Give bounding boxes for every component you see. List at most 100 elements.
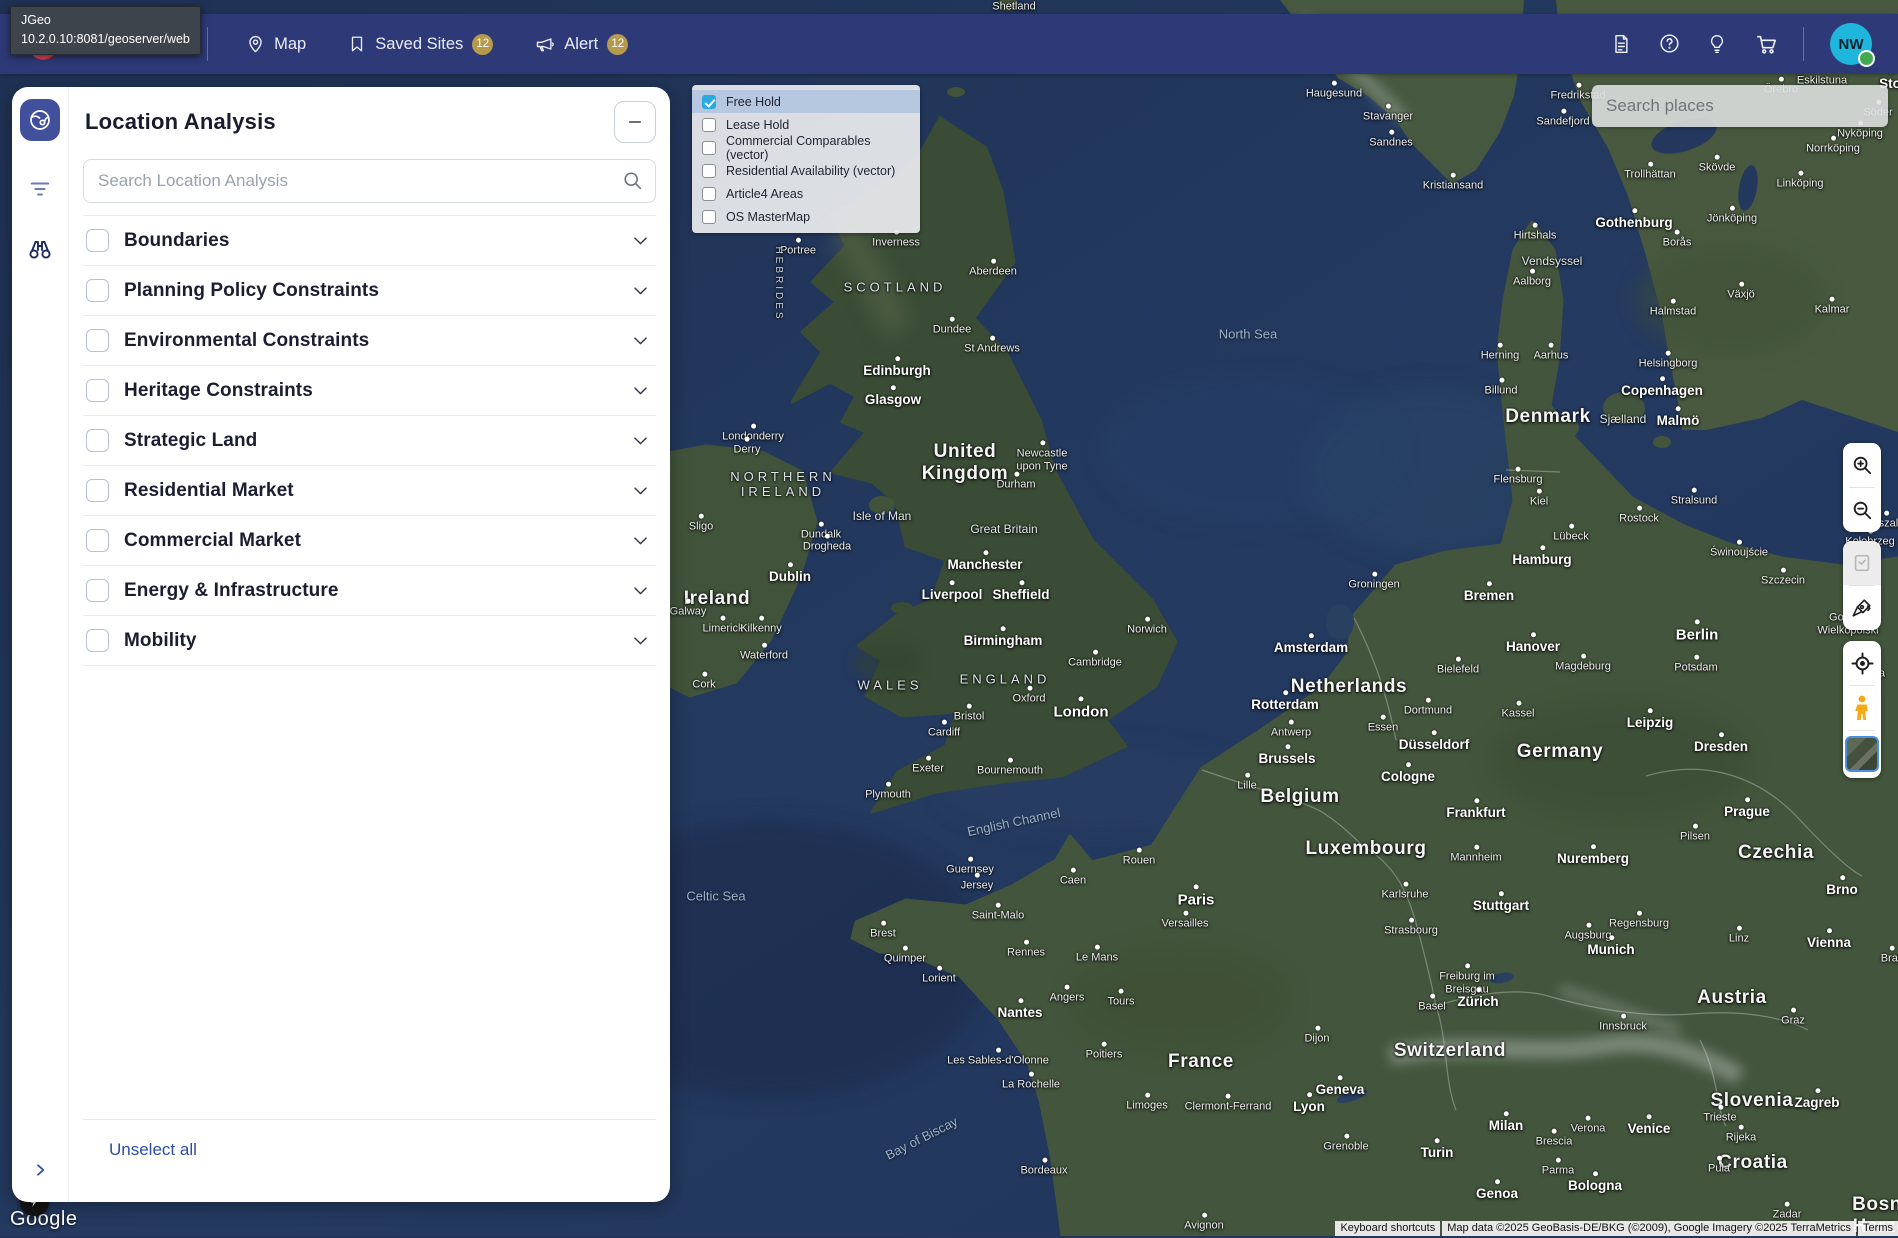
tooltip-url: 10.2.0.10:8081/geoserver/web	[21, 30, 190, 49]
analysis-section-row[interactable]: Mobility	[83, 616, 656, 666]
topbar-divider	[207, 27, 208, 61]
location-controls	[1843, 641, 1881, 778]
nav-item-saved-sites[interactable]: Saved Sites 12	[348, 34, 493, 55]
analysis-search-input[interactable]	[83, 159, 656, 203]
chevron-down-icon	[631, 481, 650, 500]
layer-label: Free Hold	[726, 95, 781, 109]
tool-rail	[12, 87, 69, 1202]
layer-checkbox[interactable]	[702, 95, 716, 109]
zoom-in-button[interactable]	[1843, 443, 1881, 487]
location-analysis-panel: Location Analysis Boundaries Planning Pol…	[69, 87, 670, 1202]
section-label: Heritage Constraints	[124, 380, 616, 402]
chevron-down-icon	[631, 531, 650, 550]
my-location-button[interactable]	[1843, 641, 1881, 685]
section-label: Boundaries	[124, 230, 616, 252]
section-label: Environmental Constraints	[124, 330, 616, 352]
analysis-section-row[interactable]: Energy & Infrastructure	[83, 566, 656, 616]
filter-icon[interactable]	[29, 181, 51, 197]
layer-label: Lease Hold	[726, 118, 789, 132]
section-label: Commercial Market	[124, 530, 616, 552]
location-analysis-card: Location Analysis Boundaries Planning Pol…	[12, 87, 670, 1202]
analysis-section-row[interactable]: Commercial Market	[83, 516, 656, 566]
layer-row[interactable]: Residential Availability (vector)	[692, 159, 920, 182]
minimize-panel-button[interactable]	[614, 101, 656, 143]
layer-checkbox[interactable]	[702, 118, 716, 132]
search-places-input[interactable]	[1592, 85, 1888, 127]
section-checkbox[interactable]	[86, 579, 109, 602]
user-avatar[interactable]: NW	[1830, 23, 1872, 65]
layer-checkbox[interactable]	[702, 187, 716, 201]
analysis-section-row[interactable]: Boundaries	[83, 215, 656, 266]
chevron-down-icon	[631, 381, 650, 400]
app-root: { "tooltip": {"line1": "JGeo", "line2": …	[0, 0, 1898, 1236]
chevron-down-icon	[631, 231, 650, 250]
globe-icon	[28, 108, 52, 132]
layer-row[interactable]: Commercial Comparables (vector)	[692, 136, 920, 159]
layer-row[interactable]: Article4 Areas	[692, 182, 920, 205]
analysis-section-row[interactable]: Strategic Land	[83, 416, 656, 466]
chevron-down-icon	[631, 631, 650, 650]
keyboard-shortcuts-link[interactable]: Keyboard shortcuts	[1335, 1221, 1440, 1236]
search-places-box	[1592, 85, 1888, 127]
layers-list: Free Hold Lease Hold Commercial Comparable…	[692, 90, 920, 228]
nav-label: Alert	[564, 35, 598, 54]
unselect-all-link[interactable]: Unselect all	[109, 1140, 197, 1159]
annotation-controls	[1843, 541, 1881, 630]
section-checkbox[interactable]	[86, 379, 109, 402]
section-checkbox[interactable]	[86, 629, 109, 652]
layer-checkbox[interactable]	[702, 210, 716, 224]
layer-checkbox[interactable]	[702, 164, 716, 178]
saved-bookmark-tool-button[interactable]	[1843, 541, 1881, 585]
nav-item-map[interactable]: Map	[246, 35, 306, 54]
nav-label: Saved Sites	[375, 35, 463, 54]
layer-label: Commercial Comparables (vector)	[726, 134, 910, 162]
cart-icon[interactable]	[1755, 33, 1777, 55]
terms-link[interactable]: Terms	[1858, 1221, 1898, 1236]
layer-row[interactable]: Free Hold	[692, 90, 920, 113]
top-navigation-bar: NIMBUS Map Saved Sites 12 Alert 12	[0, 14, 1898, 74]
section-checkbox[interactable]	[86, 429, 109, 452]
analysis-section-row[interactable]: Residential Market	[83, 466, 656, 516]
layer-row[interactable]: OS MasterMap	[692, 205, 920, 228]
document-icon[interactable]	[1611, 33, 1633, 55]
section-label: Strategic Land	[124, 430, 616, 452]
jgeo-tooltip: JGeo 10.2.0.10:8081/geoserver/web	[10, 6, 201, 55]
map-data-credit: Map data ©2025 GeoBasis-DE/BKG (©2009), …	[1442, 1221, 1856, 1236]
chevron-down-icon	[631, 581, 650, 600]
tooltip-title: JGeo	[21, 11, 190, 30]
megaphone-icon	[535, 34, 555, 54]
layer-checkbox[interactable]	[702, 141, 716, 155]
section-label: Mobility	[124, 630, 616, 652]
help-icon[interactable]	[1659, 33, 1681, 55]
analysis-section-row[interactable]: Planning Policy Constraints	[83, 266, 656, 316]
page-title: Location Analysis	[85, 109, 276, 135]
layer-label: Article4 Areas	[726, 187, 803, 201]
search-icon	[622, 170, 643, 191]
saved-sites-count-badge: 12	[472, 34, 493, 55]
map-attribution-bar: Keyboard shortcuts Map data ©2025 GeoBas…	[1335, 1221, 1898, 1236]
analysis-section-row[interactable]: Environmental Constraints	[83, 316, 656, 366]
chevron-down-icon	[631, 431, 650, 450]
binoculars-icon[interactable]	[27, 237, 53, 261]
analysis-section-row[interactable]: Heritage Constraints	[83, 366, 656, 416]
globe-layers-button[interactable]	[20, 99, 60, 141]
section-checkbox[interactable]	[86, 329, 109, 352]
primary-nav: Map Saved Sites 12 Alert 12	[246, 34, 628, 55]
pegman-street-view[interactable]	[1843, 686, 1881, 730]
map-layers-panel: Free Hold Lease Hold Commercial Comparable…	[692, 85, 920, 233]
chevron-down-icon	[631, 331, 650, 350]
panel-footer: Unselect all	[83, 1119, 656, 1202]
section-checkbox[interactable]	[86, 279, 109, 302]
idea-bulb-icon[interactable]	[1707, 33, 1729, 55]
nav-label: Map	[274, 35, 306, 54]
section-checkbox[interactable]	[86, 529, 109, 552]
zoom-controls	[1843, 443, 1881, 532]
zoom-out-button[interactable]	[1843, 488, 1881, 532]
map-type-thumbnail[interactable]	[1845, 736, 1879, 772]
expand-panel-chevron[interactable]	[32, 1162, 48, 1178]
section-label: Planning Policy Constraints	[124, 280, 616, 302]
draw-pen-tool-button[interactable]	[1843, 586, 1881, 630]
section-checkbox[interactable]	[86, 229, 109, 252]
nav-item-alert[interactable]: Alert 12	[535, 34, 628, 55]
section-checkbox[interactable]	[86, 479, 109, 502]
